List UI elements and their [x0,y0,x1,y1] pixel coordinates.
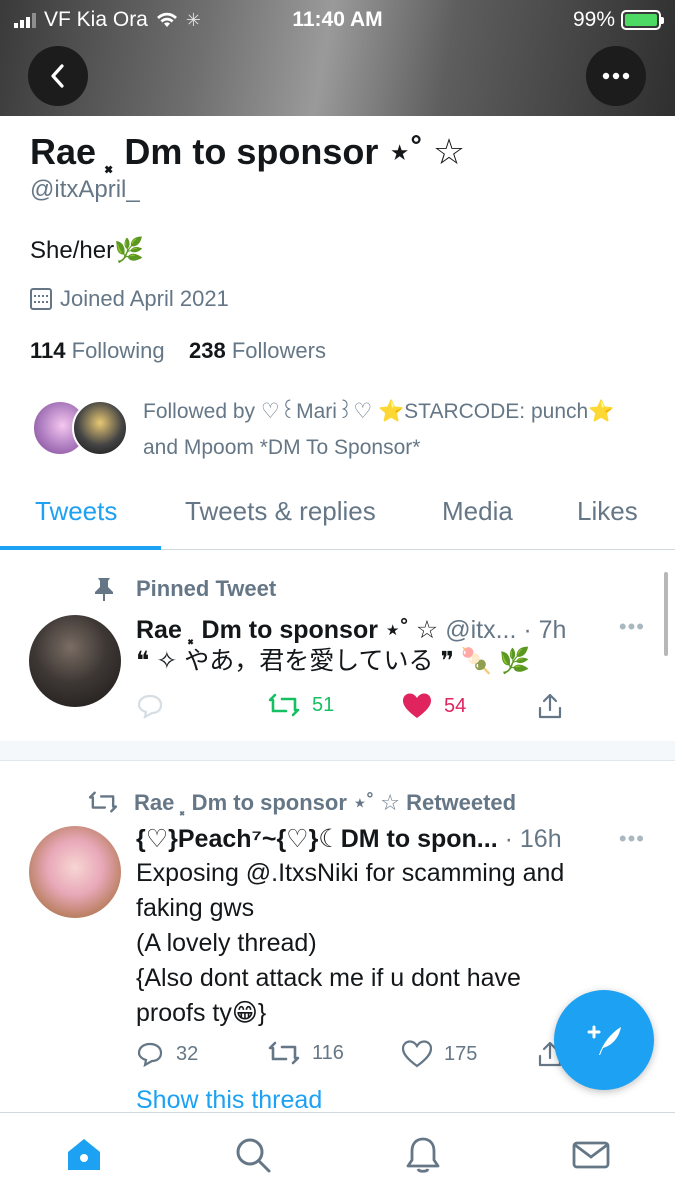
reply-icon [137,694,163,720]
bottom-nav [0,1112,675,1200]
reply-button[interactable] [136,692,164,720]
followers-link[interactable]: 238 Followers [189,338,326,363]
profile-bio: She/her🌿 [30,237,144,264]
tab-tweets-replies[interactable]: Tweets & replies [185,496,376,527]
heart-icon [402,1040,432,1068]
tweet-text: ❝ ✧ やあ，君を愛している ❞ 🍡 🌿 [136,647,531,675]
retweet-context-label: Rae ⸼ Dm to sponsor ⋆˚ ☆ Retweeted [134,790,517,815]
more-icon [602,72,630,80]
retweet-icon [268,1041,300,1065]
share-icon [538,693,562,719]
tweet-text: Exposing @.ItxsNiki for scamming and fak… [136,859,565,1027]
back-button[interactable] [28,46,88,106]
tweet-divider [0,741,675,761]
tweet-header[interactable]: {♡}Peach⁷~{♡}☾DM to spon... · 16h [136,824,562,854]
profile-handle: @itxApril_ [30,176,140,203]
retweet-button[interactable]: 116 [268,1040,344,1066]
pin-icon [95,578,113,601]
like-count: 54 [444,694,467,717]
avatar[interactable] [29,615,121,707]
tweet-meta: @itx... · 7h [445,616,567,644]
pinned-label: Pinned Tweet [136,576,277,601]
tweet-more-icon[interactable]: ••• [619,826,645,852]
like-button[interactable]: 175 [402,1040,477,1068]
tweet-header[interactable]: Rae ⸼ Dm to sponsor ⋆˚ ☆ @itx... · 7h [136,612,566,646]
show-thread-link[interactable]: Show this thread [136,1086,322,1115]
tab-likes[interactable]: Likes [577,496,638,527]
compose-icon [587,1025,621,1055]
tweet-meta: · 16h [504,825,562,853]
battery-icon [621,10,664,30]
tweet-actions: 32 116 175 [136,1040,606,1080]
retweet-count: 116 [312,1041,344,1064]
reply-button[interactable]: 32 [136,1040,198,1068]
follower-avatar[interactable] [72,400,128,456]
compose-button[interactable] [554,990,654,1090]
like-button[interactable]: 54 [402,692,466,720]
status-bar: VF Kia Ora ✳ 11:40 AM 99% [0,0,675,38]
joined-label: Joined April 2021 [60,286,229,311]
active-tab-indicator [0,546,161,550]
bell-icon[interactable] [403,1135,443,1175]
battery-label: 99% [572,8,615,31]
heart-icon [403,693,431,718]
retweet-icon [88,791,118,813]
retweet-icon [268,693,300,717]
profile-tabs: Tweets Tweets & replies Media Likes [0,486,675,550]
scrollbar[interactable] [664,572,668,656]
search-icon[interactable] [233,1135,273,1175]
tweet-actions: 51 54 [136,692,606,732]
mail-icon[interactable] [571,1135,611,1175]
tab-tweets[interactable]: Tweets [35,496,117,527]
retweet-context: Rae ⸼ Dm to sponsor ⋆˚ ☆ Retweeted [88,787,516,817]
following-count: 114 [30,338,66,363]
home-icon[interactable] [64,1135,104,1175]
follow-counts: 114 Following 238 Followers [30,338,326,364]
tab-media[interactable]: Media [442,496,513,527]
reply-count: 32 [176,1042,199,1065]
followers-label: Followers [231,338,326,363]
joined-date: Joined April 2021 [30,286,229,312]
tweet-author: Rae ⸼ Dm to sponsor ⋆˚ ☆ [136,616,439,644]
followers-count: 238 [189,338,226,363]
retweet-count: 51 [312,693,335,716]
tweet-more-icon[interactable]: ••• [619,614,645,640]
followed-by-text[interactable]: Followed by ♡꒰Mari꒱♡ ⭐STARCODE: punch⭐ a… [143,394,643,466]
more-button[interactable] [586,46,646,106]
following-label: Following [71,338,165,363]
status-right: 99% [572,8,664,32]
like-count: 175 [444,1042,478,1065]
reply-icon [137,1042,163,1068]
pinned-context: Pinned Tweet [92,576,276,602]
following-link[interactable]: 114 Following [30,338,165,363]
profile-name: Rae ⸼ Dm to sponsor ⋆˚ ☆ [30,131,466,172]
chevron-left-icon [51,64,64,88]
avatar[interactable] [29,826,121,918]
calendar-icon [30,288,52,310]
retweet-button[interactable]: 51 [268,692,334,718]
share-button[interactable] [536,692,564,720]
tweet-author: {♡}Peach⁷~{♡}☾DM to spon... [136,825,498,853]
